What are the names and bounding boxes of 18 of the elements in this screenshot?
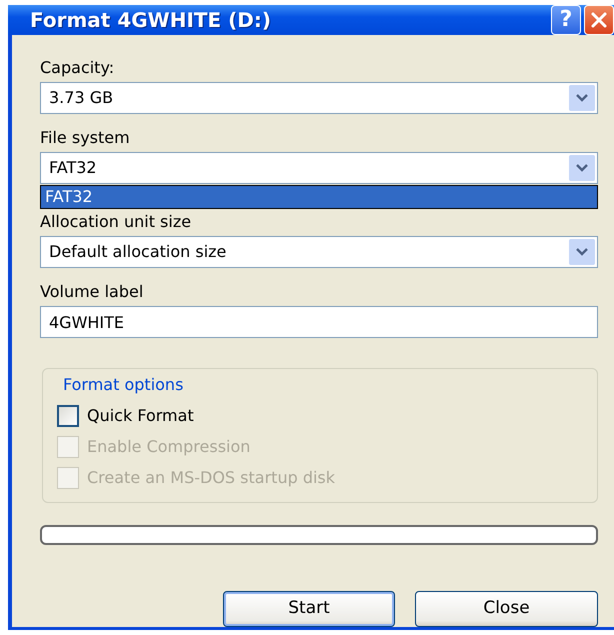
field-label: Volume label [40,281,144,303]
dropdown-field[interactable]: FAT32 [40,152,598,184]
checkbox-label: Enable Compression [87,436,250,458]
dropdown-field[interactable]: 3.73 GB [40,82,598,114]
checkbox[interactable] [57,405,79,427]
close-icon [590,11,608,29]
dialog-button[interactable]: Close [415,591,598,627]
field-label: Capacity: [40,57,116,79]
close-button[interactable] [584,5,614,35]
field-label: File system [40,127,131,149]
dialog-button[interactable]: Start [223,591,395,627]
dropdown-field[interactable]: Default allocation size [40,236,598,268]
checkbox-label: Quick Format [87,405,194,427]
window-title: Format 4GWHITE (D:) [30,7,272,34]
field-label: Allocation unit size [40,211,192,233]
text-field[interactable]: 4GWHITE [40,306,598,338]
dropdown-option[interactable]: FAT32 [41,186,597,208]
checkbox-label: Create an MS-DOS startup disk [87,467,336,489]
